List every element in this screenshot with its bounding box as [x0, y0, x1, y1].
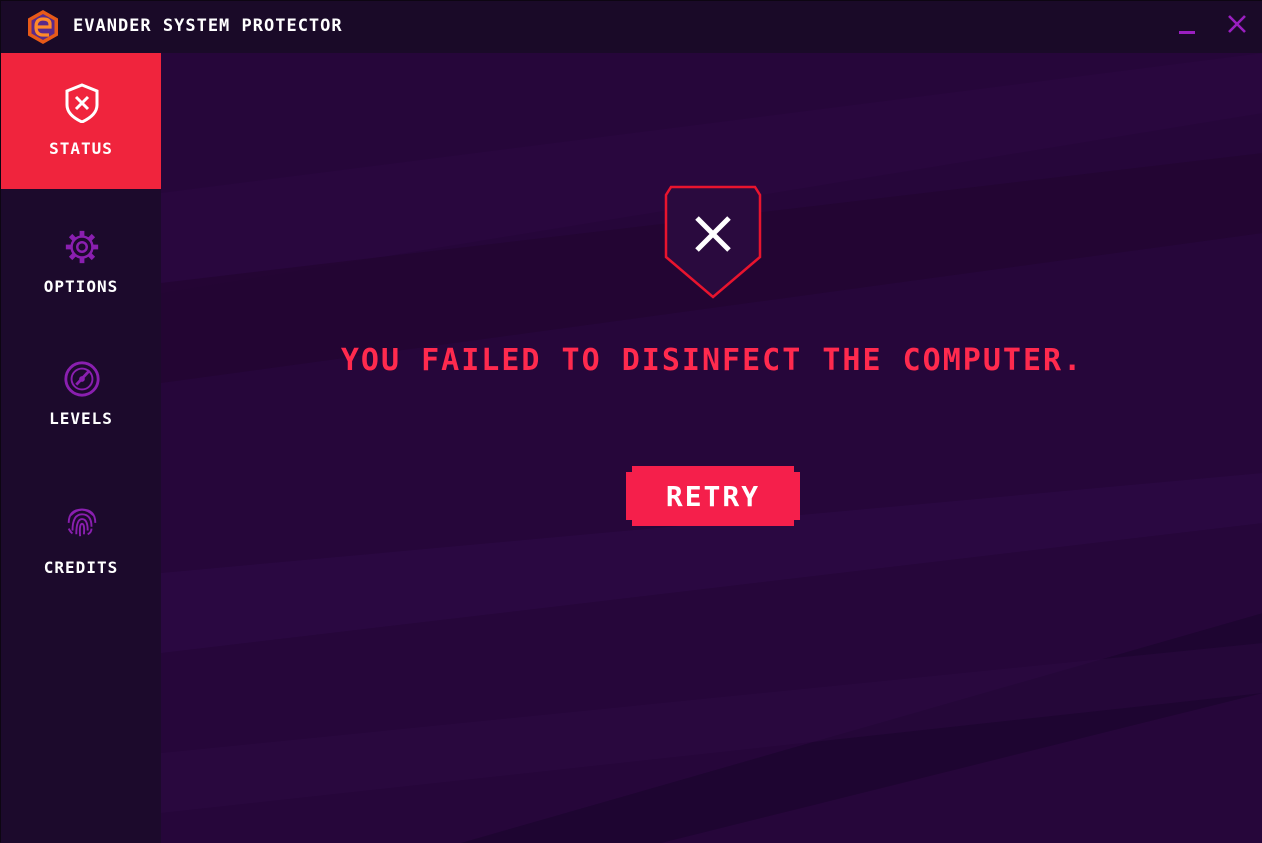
- failure-message: YOU FAILED TO DISINFECT THE COMPUTER.: [340, 343, 1084, 378]
- sidebar-item-levels[interactable]: LEVELS: [1, 325, 161, 461]
- e-hexagon-logo-icon: [28, 10, 58, 44]
- app-title: EVANDER SYSTEM PROTECTOR: [73, 16, 343, 36]
- gear-icon: [65, 230, 99, 264]
- retry-button[interactable]: RETRY: [626, 466, 800, 526]
- fingerprint-icon: [67, 508, 97, 537]
- sidebar-item-label: LEVELS: [49, 409, 113, 428]
- status-panel: YOU FAILED TO DISINFECT THE COMPUTER. RE…: [161, 53, 1262, 843]
- gauge-icon: [64, 361, 100, 397]
- shield-x-icon: [664, 185, 762, 299]
- app-window: EVANDER SYSTEM PROTECTOR STATUS OPTIONS …: [0, 0, 1262, 843]
- sidebar: STATUS OPTIONS LEVELS CREDITS: [1, 53, 161, 843]
- sidebar-item-credits[interactable]: CREDITS: [1, 461, 161, 597]
- minimize-icon[interactable]: [1173, 11, 1203, 41]
- title-bar: EVANDER SYSTEM PROTECTOR: [1, 1, 1262, 53]
- sidebar-item-label: STATUS: [49, 139, 113, 158]
- sidebar-item-options[interactable]: OPTIONS: [1, 189, 161, 325]
- sidebar-item-label: CREDITS: [43, 558, 119, 577]
- background-decoration: [161, 53, 1262, 843]
- sidebar-item-status[interactable]: STATUS: [1, 53, 161, 189]
- shield-x-icon: [65, 83, 99, 123]
- sidebar-item-label: OPTIONS: [43, 277, 119, 296]
- close-icon[interactable]: [1223, 11, 1253, 41]
